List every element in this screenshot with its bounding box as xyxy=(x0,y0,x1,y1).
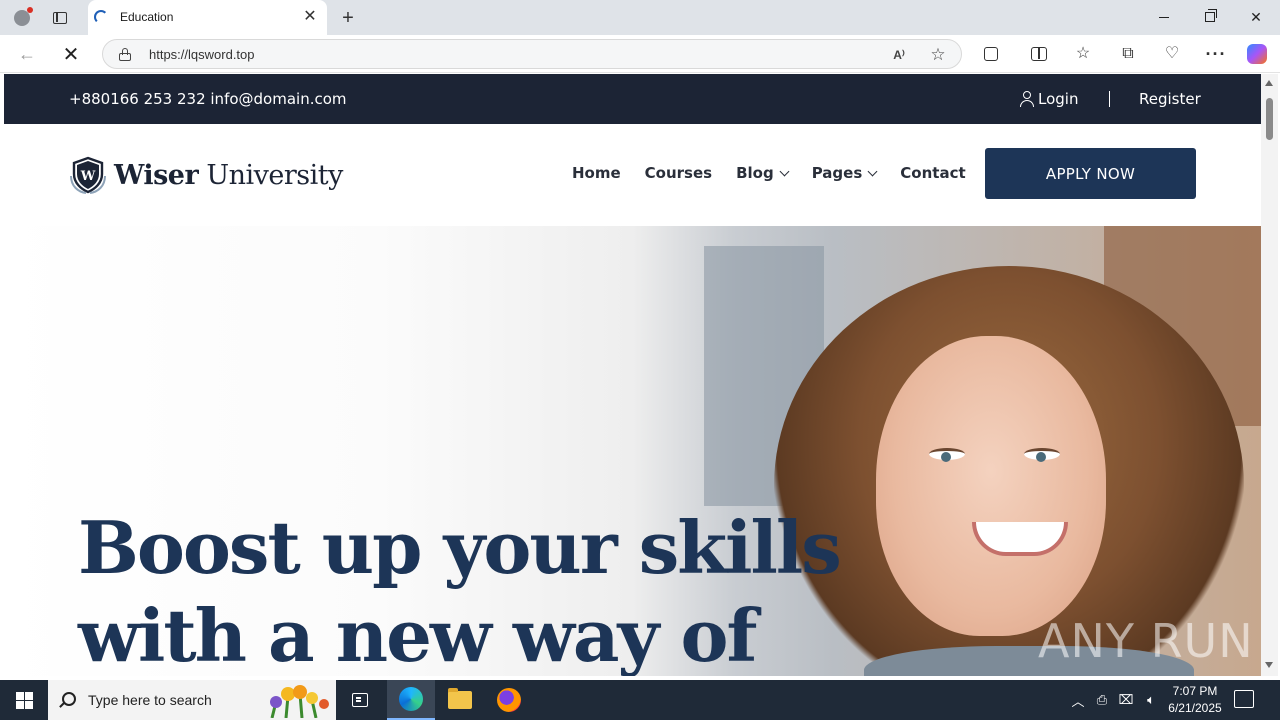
site-logo[interactable]: W Wiser University xyxy=(68,156,343,194)
hero-headline: Boost up your skills with a new way of xyxy=(78,505,842,676)
nav-courses[interactable]: Courses xyxy=(645,164,712,182)
contact-info: +880166 253 232 info@domain.com xyxy=(69,90,347,108)
firefox-icon[interactable] xyxy=(485,680,533,720)
stop-loading-icon[interactable]: ✕ xyxy=(57,40,85,68)
nav-home[interactable]: Home xyxy=(572,164,621,182)
search-placeholder: Type here to search xyxy=(88,692,212,708)
close-window-icon[interactable]: ✕ xyxy=(1233,0,1279,34)
register-link[interactable]: Register xyxy=(1139,90,1201,108)
nav-blog[interactable]: Blog xyxy=(736,164,790,182)
system-clock[interactable]: 7:07 PM 6/21/2025 xyxy=(1166,683,1224,717)
url-text[interactable]: https://lqsword.top xyxy=(149,47,255,62)
scroll-up-icon[interactable] xyxy=(1265,80,1273,86)
topbar-divider xyxy=(1109,91,1110,107)
task-view-icon[interactable] xyxy=(336,680,384,720)
login-link[interactable]: Login xyxy=(1020,90,1078,108)
clock-date: 6/21/2025 xyxy=(1168,701,1222,715)
login-label: Login xyxy=(1038,90,1079,108)
restore-icon[interactable] xyxy=(1187,0,1233,34)
notification-center-icon[interactable] xyxy=(1234,690,1254,708)
copilot-icon[interactable] xyxy=(1244,41,1270,67)
windows-logo-icon xyxy=(15,691,33,709)
minimize-icon[interactable] xyxy=(1141,0,1187,34)
scroll-down-icon[interactable] xyxy=(1265,662,1273,668)
chevron-down-icon xyxy=(779,166,790,176)
lock-icon[interactable] xyxy=(119,48,131,61)
chevron-down-icon xyxy=(867,166,878,176)
network-icon[interactable]: ⌧ xyxy=(1116,680,1136,720)
profile-icon[interactable] xyxy=(8,4,36,32)
browser-essentials-icon[interactable]: ♡ xyxy=(1159,41,1185,67)
apply-now-button[interactable]: APPLY NOW xyxy=(985,148,1196,199)
browser-toolbar: ← ✕ https://lqsword.top A⁾ ☆ ☆ ⧉ ♡ ··· xyxy=(0,35,1280,73)
site-header: W Wiser University Home Courses Blog Pag… xyxy=(4,124,1261,226)
scroll-thumb[interactable] xyxy=(1266,98,1273,140)
collections-icon[interactable]: ⧉ xyxy=(1115,41,1141,67)
main-nav: Home Courses Blog Pages Contact xyxy=(572,164,966,182)
meet-now-icon[interactable]: ⎙ xyxy=(1092,680,1112,720)
tab-actions-icon[interactable] xyxy=(46,4,74,32)
svg-text:W: W xyxy=(80,169,96,184)
shield-logo-icon: W xyxy=(70,156,106,194)
clock-time: 7:07 PM xyxy=(1172,684,1218,698)
windows-taskbar: Type here to search ︿ ⎙ ⌧ 🔈︎ 7:07 PM 6/2… xyxy=(0,680,1280,720)
search-icon xyxy=(62,692,76,706)
volume-icon[interactable]: 🔈︎ xyxy=(1140,680,1162,720)
edge-browser-icon[interactable] xyxy=(387,680,435,720)
more-options-icon[interactable]: ··· xyxy=(1203,41,1229,67)
flowers-icon xyxy=(270,685,329,718)
favorites-icon[interactable]: ☆ xyxy=(1070,41,1096,67)
address-bar[interactable]: https://lqsword.top A⁾ ☆ xyxy=(102,39,962,69)
page-scrollbar[interactable] xyxy=(1261,74,1278,676)
nav-pages[interactable]: Pages xyxy=(812,164,878,182)
show-hidden-icons-icon[interactable]: ︿ xyxy=(1068,680,1088,720)
file-explorer-icon[interactable] xyxy=(436,680,484,720)
taskbar-search[interactable]: Type here to search xyxy=(48,680,336,720)
new-tab-icon[interactable]: + xyxy=(334,4,362,32)
site-topbar: +880166 253 232 info@domain.com Login Re… xyxy=(4,74,1261,124)
nav-contact[interactable]: Contact xyxy=(900,164,965,182)
anyrun-watermark: ANY RUN xyxy=(1038,614,1254,668)
tab-title: Education xyxy=(120,10,174,24)
favorite-star-icon[interactable]: ☆ xyxy=(927,44,949,66)
start-button[interactable] xyxy=(0,680,48,720)
browser-tab-education[interactable]: Education ✕ xyxy=(88,0,327,35)
logo-wordmark: Wiser University xyxy=(114,159,343,191)
extensions-icon[interactable] xyxy=(978,41,1004,67)
loading-spinner-icon xyxy=(94,10,108,24)
close-tab-icon[interactable]: ✕ xyxy=(301,8,319,26)
hero-banner: Boost up your skills with a new way of A… xyxy=(4,226,1261,676)
read-aloud-icon[interactable]: A⁾ xyxy=(888,44,910,66)
page-viewport: +880166 253 232 info@domain.com Login Re… xyxy=(4,74,1261,676)
split-screen-icon[interactable] xyxy=(1026,41,1052,67)
back-arrow-icon[interactable]: ← xyxy=(13,40,41,68)
browser-title-bar: Education ✕ + ✕ xyxy=(0,0,1280,35)
user-icon xyxy=(1020,91,1034,107)
